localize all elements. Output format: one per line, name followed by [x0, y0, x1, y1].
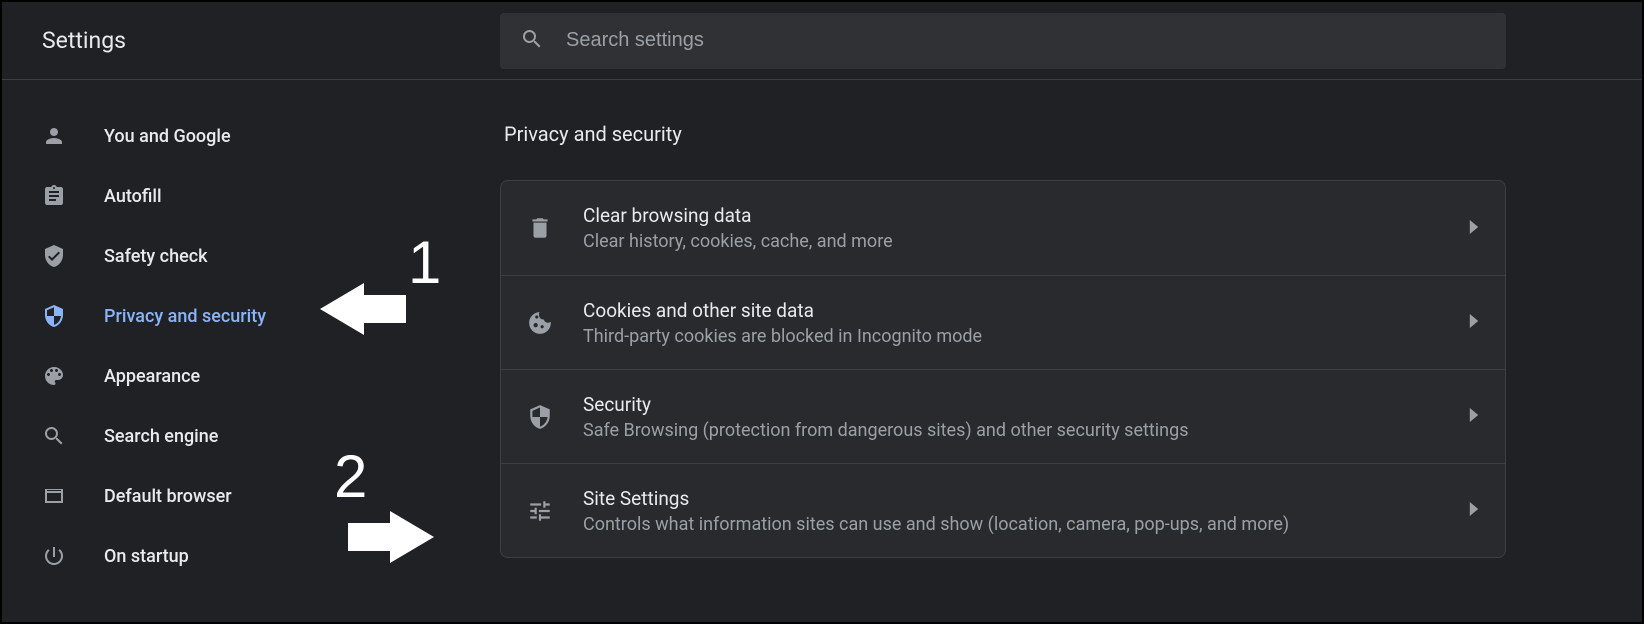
power-icon — [42, 544, 66, 568]
row-subtitle: Clear history, cookies, cache, and more — [583, 231, 1469, 252]
verified-shield-icon — [42, 244, 66, 268]
search-input[interactable] — [566, 29, 1486, 52]
sidebar-item-label: Autofill — [104, 186, 162, 207]
section-title: Privacy and security — [500, 122, 1506, 146]
sidebar-item-label: Privacy and security — [104, 306, 266, 327]
row-title: Cookies and other site data — [583, 299, 1469, 322]
main-content: Privacy and security Clear browsing data… — [500, 80, 1642, 586]
sidebar-item-default-browser[interactable]: Default browser — [10, 466, 500, 526]
chevron-right-icon — [1469, 313, 1479, 332]
sidebar-item-search-engine[interactable]: Search engine — [10, 406, 500, 466]
sidebar-item-you-and-google[interactable]: You and Google — [10, 106, 500, 166]
sidebar-item-on-startup[interactable]: On startup — [10, 526, 500, 586]
sidebar: You and Google Autofill Safety check Pri… — [2, 80, 500, 586]
sidebar-item-label: Default browser — [104, 486, 232, 507]
search-icon — [520, 27, 544, 55]
row-site-settings[interactable]: Site Settings Controls what information … — [501, 463, 1505, 557]
row-subtitle: Safe Browsing (protection from dangerous… — [583, 420, 1469, 441]
search-icon — [42, 424, 66, 448]
row-cookies[interactable]: Cookies and other site data Third-party … — [501, 275, 1505, 369]
row-text: Site Settings Controls what information … — [583, 487, 1469, 535]
sidebar-item-appearance[interactable]: Appearance — [10, 346, 500, 406]
tune-icon — [527, 498, 553, 524]
row-text: Security Safe Browsing (protection from … — [583, 393, 1469, 441]
person-icon — [42, 124, 66, 148]
cookie-icon — [527, 310, 553, 336]
browser-icon — [42, 484, 66, 508]
row-title: Security — [583, 393, 1469, 416]
sidebar-item-autofill[interactable]: Autofill — [10, 166, 500, 226]
sidebar-item-label: Safety check — [104, 246, 208, 267]
chevron-right-icon — [1469, 501, 1479, 520]
sidebar-item-label: On startup — [104, 546, 189, 567]
security-icon — [42, 304, 66, 328]
chevron-right-icon — [1469, 219, 1479, 238]
chevron-right-icon — [1469, 407, 1479, 426]
row-subtitle: Controls what information sites can use … — [583, 514, 1469, 535]
row-text: Cookies and other site data Third-party … — [583, 299, 1469, 347]
row-text: Clear browsing data Clear history, cooki… — [583, 204, 1469, 252]
sidebar-item-label: Appearance — [104, 366, 200, 387]
row-security[interactable]: Security Safe Browsing (protection from … — [501, 369, 1505, 463]
row-title: Clear browsing data — [583, 204, 1469, 227]
sidebar-item-safety-check[interactable]: Safety check — [10, 226, 500, 286]
app-title: Settings — [2, 27, 500, 54]
settings-header: Settings — [2, 2, 1642, 80]
sidebar-item-label: You and Google — [104, 126, 231, 147]
privacy-card: Clear browsing data Clear history, cooki… — [500, 180, 1506, 558]
search-box[interactable] — [500, 13, 1506, 69]
row-title: Site Settings — [583, 487, 1469, 510]
sidebar-item-privacy-security[interactable]: Privacy and security — [10, 286, 500, 346]
sidebar-item-label: Search engine — [104, 426, 218, 447]
assignment-icon — [42, 184, 66, 208]
row-clear-browsing-data[interactable]: Clear browsing data Clear history, cooki… — [501, 181, 1505, 275]
security-icon — [527, 404, 553, 430]
delete-icon — [527, 215, 553, 241]
palette-icon — [42, 364, 66, 388]
row-subtitle: Third-party cookies are blocked in Incog… — [583, 326, 1469, 347]
